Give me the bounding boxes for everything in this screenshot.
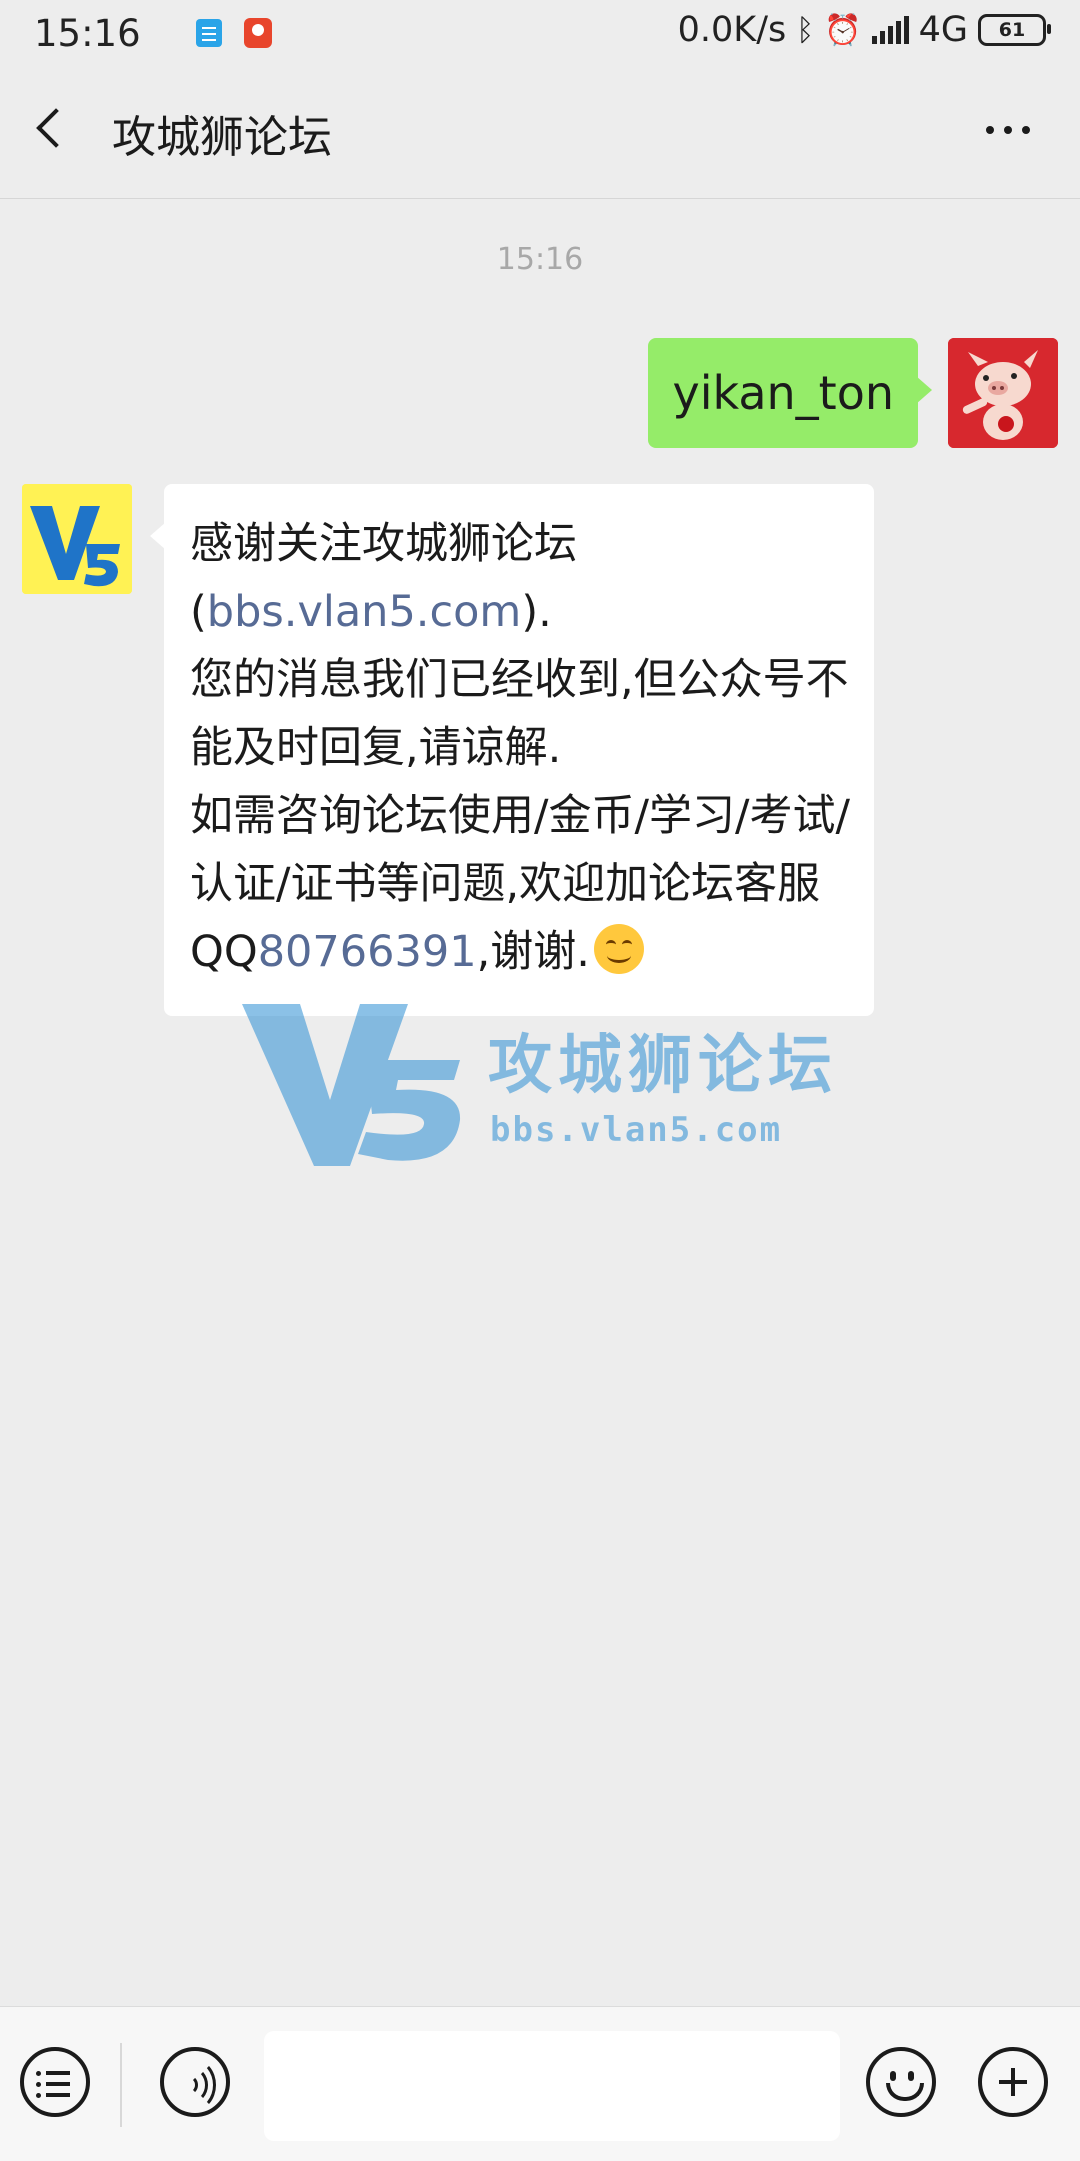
- watermark-url: bbs.vlan5.com: [490, 1110, 783, 1150]
- smile-emoji-icon: [593, 924, 644, 974]
- voice-icon[interactable]: [160, 2047, 230, 2117]
- watermark-logo: [242, 1004, 461, 1166]
- reply-line2: 您的消息我们已经收到,但公众号不能及时回复,请谅解.: [190, 655, 849, 773]
- reply-line3-end: ,谢谢.: [476, 927, 590, 977]
- v5-logo-icon: [22, 484, 132, 594]
- title-bar: 攻城狮论坛: [0, 68, 1080, 199]
- sent-message-bubble[interactable]: yikan_ton: [648, 338, 932, 448]
- received-message-bubble[interactable]: 感谢关注攻城狮论坛(bbs.vlan5.com). 您的消息我们已经收到,但公众…: [150, 484, 874, 1016]
- status-right: 0.0K/s ᛒ ⏰ 4G 61: [677, 10, 1051, 50]
- forum-link[interactable]: bbs.vlan5.com: [207, 587, 522, 637]
- alarm-icon: ⏰: [824, 12, 862, 48]
- net-speed: 0.0K/s: [677, 10, 787, 50]
- watermark: 攻城狮论坛 bbs.vlan5.com: [238, 990, 878, 1170]
- signal-icon: [871, 16, 909, 44]
- input-bar: [0, 2006, 1080, 2161]
- battery-level: 61: [998, 19, 1026, 41]
- message-input[interactable]: [264, 2031, 840, 2141]
- official-account-avatar[interactable]: [22, 484, 132, 594]
- bluetooth-icon: ᛒ: [796, 12, 815, 48]
- emoji-icon[interactable]: [866, 2047, 936, 2117]
- network-type: 4G: [918, 10, 968, 50]
- status-time: 15:16: [34, 12, 141, 55]
- plus-icon[interactable]: [978, 2047, 1048, 2117]
- battery-icon: 61: [978, 14, 1051, 46]
- status-bar: 15:16 0.0K/s ᛒ ⏰ 4G 61: [0, 0, 1080, 68]
- back-icon[interactable]: [36, 108, 76, 148]
- qq-number-link[interactable]: 80766391: [258, 927, 477, 977]
- pig-avatar-image: [948, 338, 1058, 448]
- chat-timestamp: 15:16: [496, 242, 584, 277]
- input-divider: [120, 2043, 122, 2127]
- user-avatar[interactable]: [948, 338, 1058, 448]
- sent-message-text: yikan_ton: [672, 366, 894, 420]
- reply-line1-end: ).: [521, 587, 552, 637]
- menu-icon[interactable]: [20, 2047, 90, 2117]
- more-icon[interactable]: [986, 126, 1030, 134]
- page-title: 攻城狮论坛: [112, 112, 332, 163]
- notification-app-icon: [244, 18, 272, 48]
- watermark-title: 攻城狮论坛: [488, 1029, 838, 1103]
- notes-app-icon: [196, 19, 222, 47]
